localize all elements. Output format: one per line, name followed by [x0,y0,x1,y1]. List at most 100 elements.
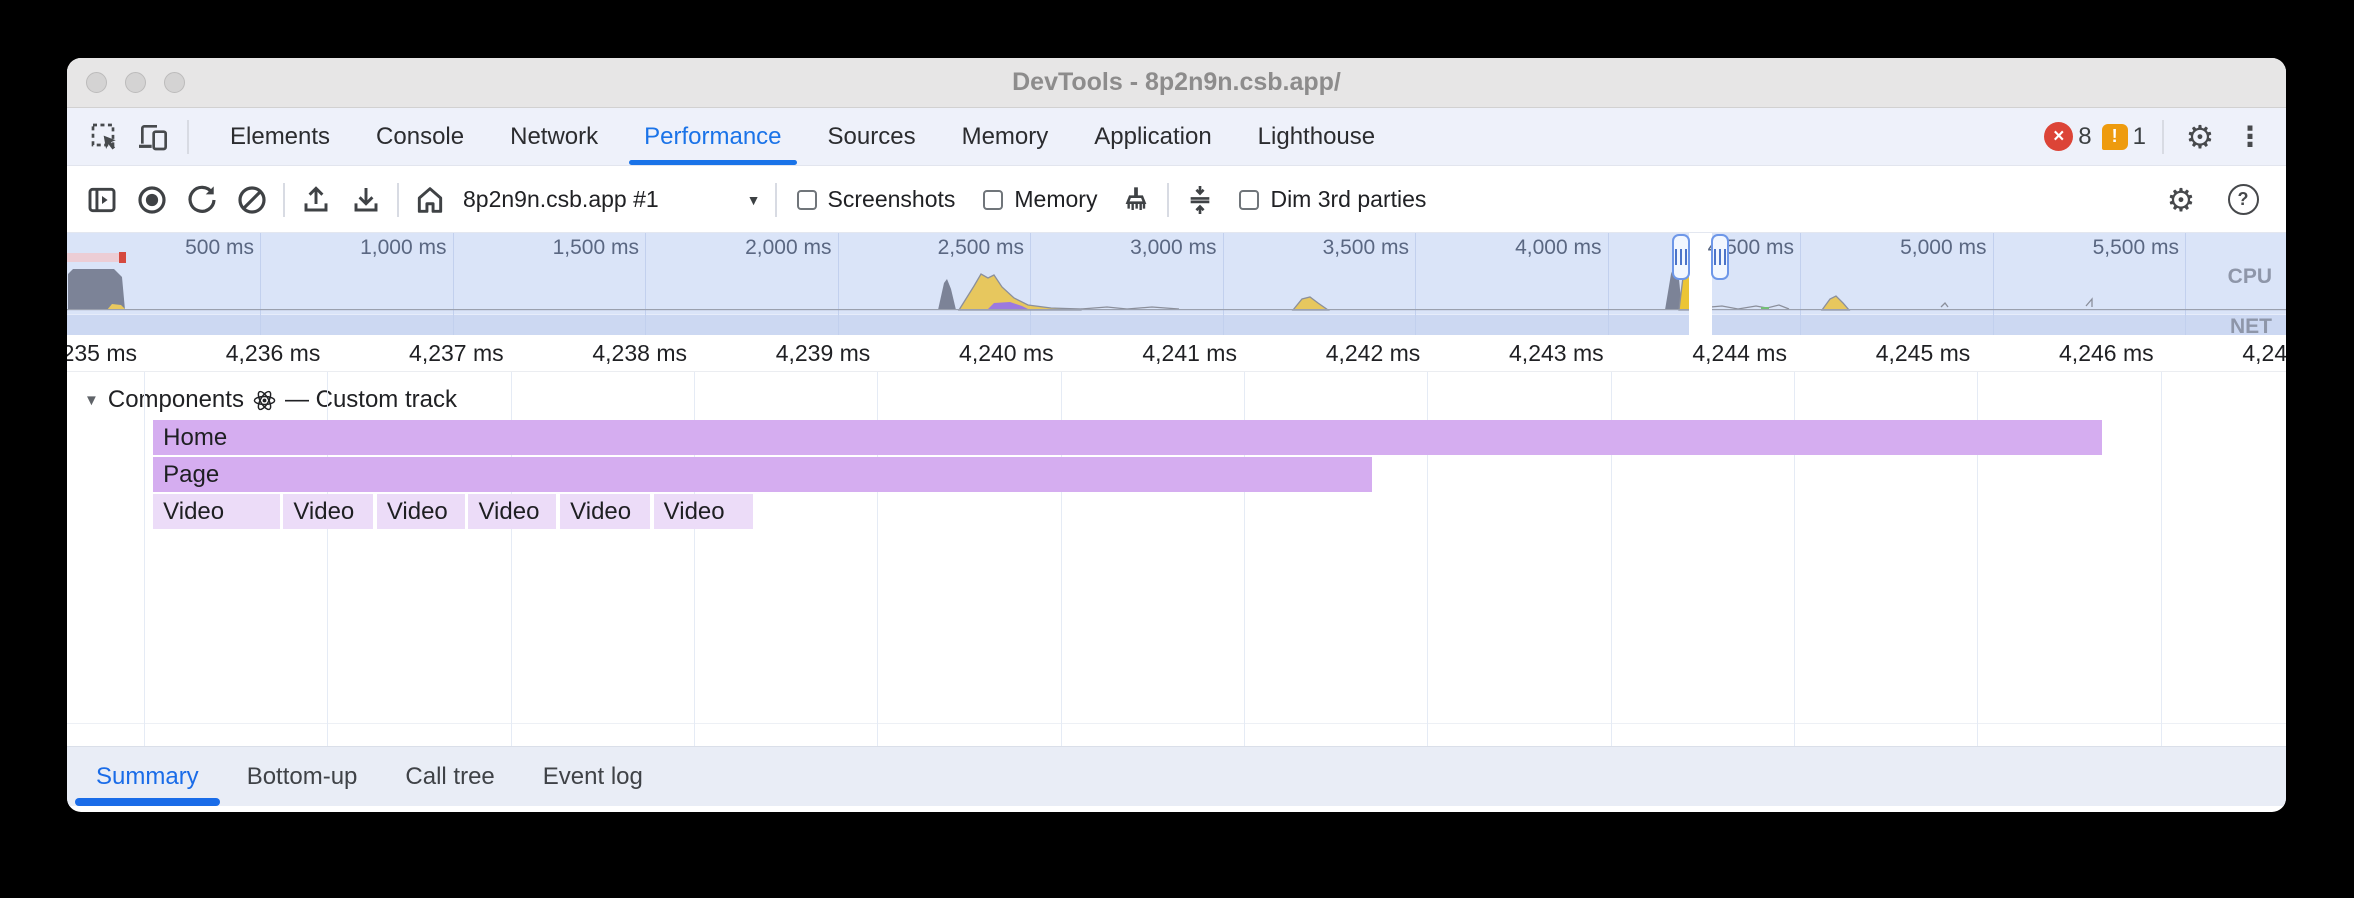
custom-track-header[interactable]: ▼ Components — Custom track [84,386,457,414]
issue-count: 1 [2133,123,2146,151]
right-selection-handle[interactable] [1711,234,1729,280]
screenshots-checkbox-group[interactable]: Screenshots [797,186,956,213]
overview-tick-label: 1,000 ms [360,236,446,260]
tab-sources[interactable]: Sources [805,108,939,165]
record-icon[interactable] [132,180,172,220]
issue-badge-icon [2102,124,2128,150]
tab-lighthouse[interactable]: Lighthouse [1235,108,1398,165]
detail-tick-label: 4,242 ms [1326,340,1421,367]
track-bar-page[interactable]: Page [153,457,1372,492]
tabbar-right: 8 1 ⚙ ⋮ [2044,117,2286,157]
devtools-window: DevTools - 8p2n9n.csb.app/ ElementsConso… [67,58,2286,812]
performance-toolbar: 8p2n9n.csb.app #1 ▼ Screenshots Memory [67,167,2286,233]
toggle-sidebar-icon[interactable] [82,180,122,220]
devtools-tabbar: ElementsConsoleNetworkPerformanceSources… [67,108,2286,166]
inspect-icon[interactable] [85,117,125,157]
overview-tick-label: 6,000 ms [2285,236,2286,260]
settings-gear-icon[interactable]: ⚙ [2161,180,2201,220]
download-profile-icon[interactable] [346,180,386,220]
timeline-overview[interactable]: CPU NET 500 ms1,000 ms1,500 ms2,000 ms2,… [67,233,2286,335]
track-bar-home[interactable]: Home [153,420,2102,455]
clear-icon[interactable] [232,180,272,220]
screenshots-label: Screenshots [828,186,956,213]
flamechart-area[interactable]: ▼ Components — Custom track HomePageVide… [67,372,2286,746]
macos-titlebar: DevTools - 8p2n9n.csb.app/ [67,58,2286,108]
upload-profile-icon[interactable] [296,180,336,220]
horizontal-divider [67,723,2286,724]
divider [775,183,777,217]
bottom-tab-summary[interactable]: Summary [72,747,223,806]
divider [187,120,189,154]
collapse-triangle-icon[interactable]: ▼ [84,392,99,409]
gear-icon[interactable]: ⚙ [2180,117,2220,157]
dim-3rd-parties-label: Dim 3rd parties [1270,186,1426,213]
overview-tick-label: 4,000 ms [1515,236,1601,260]
track-bar-video[interactable]: Video [560,494,650,529]
tab-performance[interactable]: Performance [621,108,804,165]
detail-tick-label: 4,236 ms [226,340,321,367]
memory-checkbox-group[interactable]: Memory [983,186,1097,213]
device-toolbar-icon[interactable] [133,117,173,157]
track-gridline [2161,372,2162,746]
divider [1167,183,1169,217]
bottom-tab-bottom-up[interactable]: Bottom-up [223,747,382,806]
toolbar-right: ⚙ ? [2156,180,2286,220]
react-atom-icon [253,389,276,412]
divider [283,183,285,217]
track-bar-video[interactable]: Video [377,494,465,529]
overview-tick-label: 5,500 ms [2093,236,2179,260]
track-name: Components [108,386,244,414]
tab-application[interactable]: Application [1071,108,1234,165]
home-icon[interactable] [410,180,450,220]
detail-tick-label: 4,245 ms [1876,340,1971,367]
tab-elements[interactable]: Elements [207,108,353,165]
error-badge[interactable]: 8 [2044,122,2091,151]
divider [2162,120,2164,154]
dim-3rd-parties-checkbox-group[interactable]: Dim 3rd parties [1239,186,1426,213]
track-bar-video[interactable]: Video [468,494,556,529]
overview-tick-label: 2,000 ms [745,236,831,260]
detail-tick-label: 4,239 ms [776,340,871,367]
track-suffix: — Custom track [285,386,457,414]
overview-tick-label: 500 ms [185,236,254,260]
target-select-value: 8p2n9n.csb.app #1 [463,186,659,213]
chevron-down-icon: ▼ [747,192,761,208]
bottom-tab-call-tree[interactable]: Call tree [381,747,518,806]
memory-checkbox[interactable] [983,190,1003,210]
detail-tick-label: 4,235 ms [67,340,137,367]
detail-tick-label: 4,241 ms [1142,340,1237,367]
window-title: DevTools - 8p2n9n.csb.app/ [67,68,2286,97]
target-select[interactable]: 8p2n9n.csb.app #1 ▼ [463,186,761,213]
detail-tick-label: 4,246 ms [2059,340,2154,367]
tab-console[interactable]: Console [353,108,487,165]
tab-network[interactable]: Network [487,108,621,165]
more-menu-icon[interactable]: ⋮ [2230,117,2270,157]
overview-tick-label: 1,500 ms [553,236,639,260]
record-reload-icon[interactable] [182,180,222,220]
error-count: 8 [2078,123,2091,151]
collapse-arrows-icon[interactable] [1180,180,1220,220]
track-bar-video[interactable]: Video [283,494,373,529]
memory-label: Memory [1014,186,1097,213]
detail-time-ruler[interactable]: 4,235 ms4,236 ms4,237 ms4,238 ms4,239 ms… [67,335,2286,372]
overview-tick-label: 2,500 ms [938,236,1024,260]
overview-tick-label: 3,500 ms [1323,236,1409,260]
issue-badge[interactable]: 1 [2102,123,2146,151]
bottom-tab-event-log[interactable]: Event log [519,747,667,806]
tab-memory[interactable]: Memory [939,108,1072,165]
overview-tick-label: 3,000 ms [1130,236,1216,260]
gc-brush-icon[interactable] [1116,180,1156,220]
detail-tick-label: 4,240 ms [959,340,1054,367]
track-bar-video[interactable]: Video [153,494,279,529]
bottom-tabbar: SummaryBottom-upCall treeEvent log [67,746,2286,806]
error-badge-icon [2044,122,2073,151]
dim-3rd-parties-checkbox[interactable] [1239,190,1259,210]
screenshots-checkbox[interactable] [797,190,817,210]
help-icon[interactable]: ? [2223,180,2263,220]
detail-tick-label: 4,237 ms [409,340,504,367]
track-bar-video[interactable]: Video [654,494,753,529]
detail-tick-label: 4,247 ms [2242,340,2286,367]
tabbar-tabs: ElementsConsoleNetworkPerformanceSources… [207,108,1398,165]
left-selection-handle[interactable] [1672,234,1690,280]
detail-tick-label: 4,243 ms [1509,340,1604,367]
